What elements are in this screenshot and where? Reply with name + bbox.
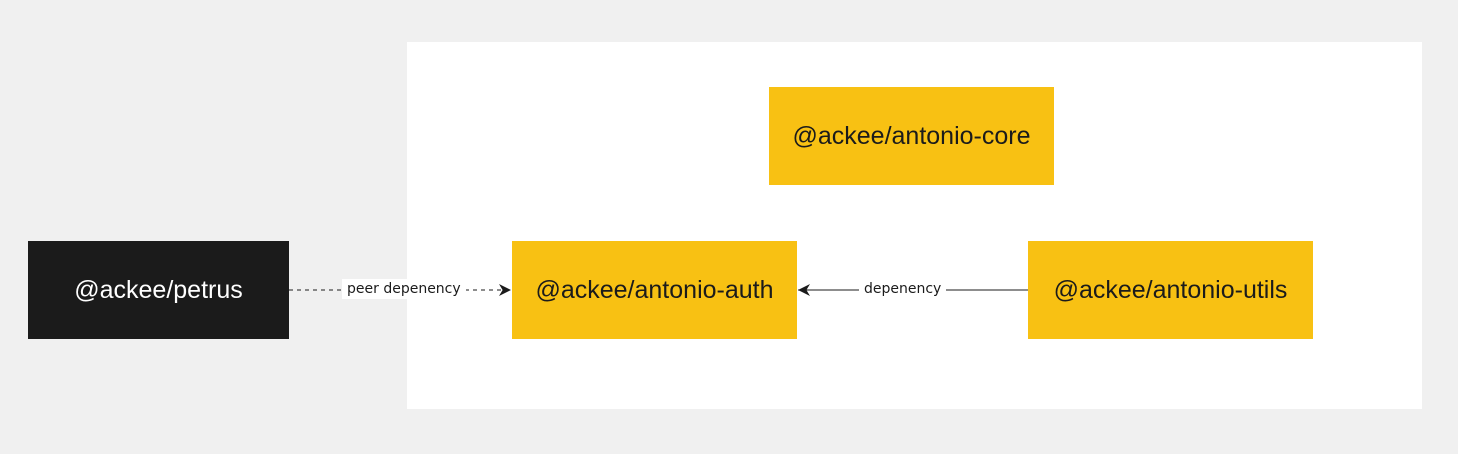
node-petrus[interactable]: @ackee/petrus — [28, 241, 289, 339]
node-antonio-utils-label: @ackee/antonio-utils — [1053, 275, 1288, 304]
edges-layer — [289, 284, 1028, 296]
node-antonio-core-label: @ackee/antonio-core — [792, 121, 1031, 150]
node-antonio-core[interactable]: @ackee/antonio-core — [769, 87, 1054, 185]
node-petrus-label: @ackee/petrus — [74, 275, 243, 304]
dependency-label: depenency — [859, 279, 947, 299]
node-antonio-auth-label: @ackee/antonio-auth — [535, 275, 774, 304]
peer-dependency-label: peer depenency — [342, 279, 466, 299]
node-antonio-auth[interactable]: @ackee/antonio-auth — [512, 241, 797, 339]
node-antonio-utils[interactable]: @ackee/antonio-utils — [1028, 241, 1313, 339]
